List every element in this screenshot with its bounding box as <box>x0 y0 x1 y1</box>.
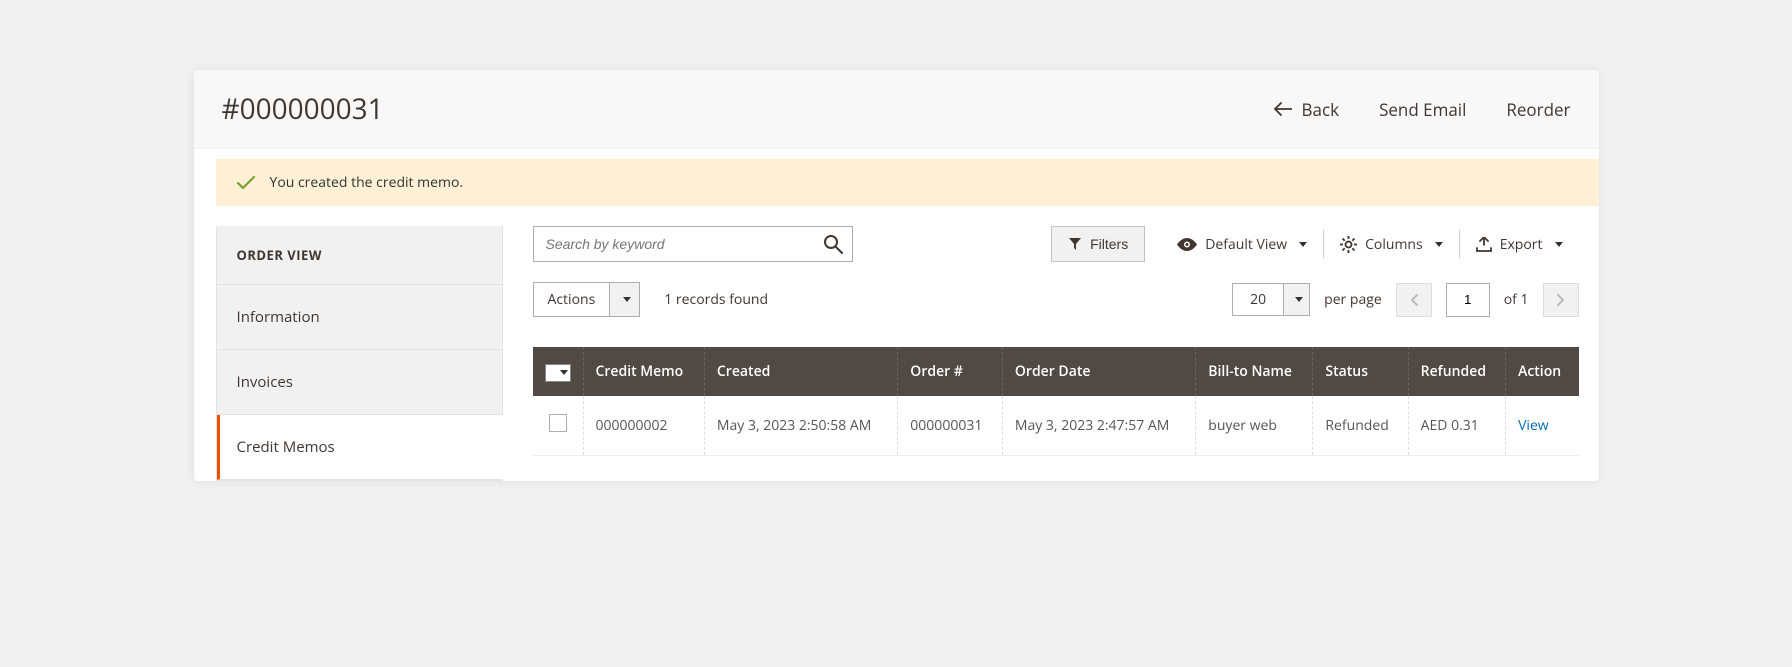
actions-dropdown[interactable]: Actions <box>533 282 641 317</box>
records-found-text: 1 records found <box>664 290 768 309</box>
eye-icon <box>1177 238 1197 251</box>
chevron-down-icon <box>560 370 568 375</box>
grid-header-bill-to[interactable]: Bill-to Name <box>1196 347 1313 396</box>
back-button[interactable]: Back <box>1274 98 1340 121</box>
view-link[interactable]: View <box>1518 416 1549 435</box>
back-label: Back <box>1302 98 1340 121</box>
grid-header-created[interactable]: Created <box>704 347 897 396</box>
page-title: #000000031 <box>222 90 384 128</box>
check-icon <box>236 175 256 191</box>
toolbar-row-2: Actions 1 records found 20 per page of 1 <box>533 282 1579 317</box>
grid-header-credit-memo[interactable]: Credit Memo <box>583 347 704 396</box>
export-button[interactable]: Export <box>1460 226 1579 262</box>
page-container: #000000031 Back Send Email Reorder You c… <box>194 70 1599 481</box>
per-page-select[interactable]: 20 <box>1232 283 1310 316</box>
send-email-button[interactable]: Send Email <box>1379 98 1466 121</box>
grid-header-status[interactable]: Status <box>1313 347 1408 396</box>
success-message-text: You created the credit memo. <box>270 173 464 192</box>
credit-memo-grid: Credit Memo Created Order # Order Date B… <box>533 347 1579 456</box>
table-row[interactable]: 000000002 May 3, 2023 2:50:58 AM 0000000… <box>533 396 1579 456</box>
reorder-button[interactable]: Reorder <box>1506 98 1570 121</box>
default-view-button[interactable]: Default View <box>1161 226 1323 262</box>
filters-label: Filters <box>1090 236 1128 252</box>
actions-label: Actions <box>534 283 610 316</box>
sidebar-item-label: Information <box>237 307 320 327</box>
chevron-down-icon <box>1299 242 1307 247</box>
body-row: ORDER VIEW Information Invoices Credit M… <box>194 226 1599 481</box>
row-checkbox[interactable] <box>549 414 567 432</box>
export-label: Export <box>1500 235 1543 254</box>
success-message: You created the credit memo. <box>216 159 1599 206</box>
sidebar-item-label: Invoices <box>237 372 293 392</box>
header-actions: Back Send Email Reorder <box>1274 98 1571 121</box>
columns-button[interactable]: Columns <box>1324 226 1459 262</box>
grid-header-order-no[interactable]: Order # <box>898 347 1003 396</box>
chevron-down-icon <box>1295 297 1303 302</box>
search-input[interactable] <box>533 226 853 262</box>
grid-header-order-date[interactable]: Order Date <box>1002 347 1195 396</box>
message-area: You created the credit memo. <box>194 149 1599 206</box>
cell-status: Refunded <box>1313 396 1408 456</box>
toolbar-right: Filters Default View Co <box>1051 226 1578 262</box>
search-box <box>533 226 853 262</box>
chevron-left-icon <box>1410 294 1418 306</box>
order-view-sidebar: ORDER VIEW Information Invoices Credit M… <box>216 226 503 481</box>
grid-header-checkbox[interactable] <box>533 347 584 396</box>
page-of-text: of 1 <box>1504 290 1529 309</box>
cell-order-date: May 3, 2023 2:47:57 AM <box>1002 396 1195 456</box>
next-page-button[interactable] <box>1543 283 1579 317</box>
header-bar: #000000031 Back Send Email Reorder <box>194 70 1599 149</box>
per-page-trigger[interactable] <box>1283 284 1309 315</box>
sidebar-item-credit-memos[interactable]: Credit Memos <box>217 415 503 480</box>
back-arrow-icon <box>1274 102 1292 116</box>
toolbar-row-1: Filters Default View Co <box>533 226 1579 262</box>
sidebar-item-information[interactable]: Information <box>217 285 503 350</box>
pagination-block: 20 per page of 1 <box>1232 283 1578 317</box>
cell-order-no: 000000031 <box>898 396 1003 456</box>
gear-icon <box>1340 236 1357 253</box>
per-page-label: per page <box>1324 290 1382 309</box>
export-icon <box>1476 237 1492 252</box>
search-icon[interactable] <box>823 234 843 254</box>
per-page-value: 20 <box>1233 284 1283 315</box>
sidebar-title: ORDER VIEW <box>217 226 503 285</box>
cell-credit-memo: 000000002 <box>583 396 704 456</box>
default-view-label: Default View <box>1205 235 1287 254</box>
filters-button[interactable]: Filters <box>1051 226 1145 262</box>
chevron-down-icon <box>1555 242 1563 247</box>
sidebar-item-invoices[interactable]: Invoices <box>217 350 503 415</box>
prev-page-button[interactable] <box>1396 283 1432 317</box>
cell-refunded: AED 0.31 <box>1408 396 1505 456</box>
actions-trigger[interactable] <box>609 283 639 316</box>
main-panel: Filters Default View Co <box>533 226 1599 481</box>
page-input[interactable] <box>1446 283 1490 317</box>
cell-created: May 3, 2023 2:50:58 AM <box>704 396 897 456</box>
chevron-right-icon <box>1557 294 1565 306</box>
chevron-down-icon <box>1435 242 1443 247</box>
grid-header-refunded[interactable]: Refunded <box>1408 347 1505 396</box>
grid-header-action: Action <box>1506 347 1579 396</box>
chevron-down-icon <box>623 297 631 302</box>
columns-label: Columns <box>1365 235 1423 254</box>
funnel-icon <box>1068 237 1082 251</box>
cell-bill-to: buyer web <box>1196 396 1313 456</box>
sidebar-item-label: Credit Memos <box>237 437 335 457</box>
